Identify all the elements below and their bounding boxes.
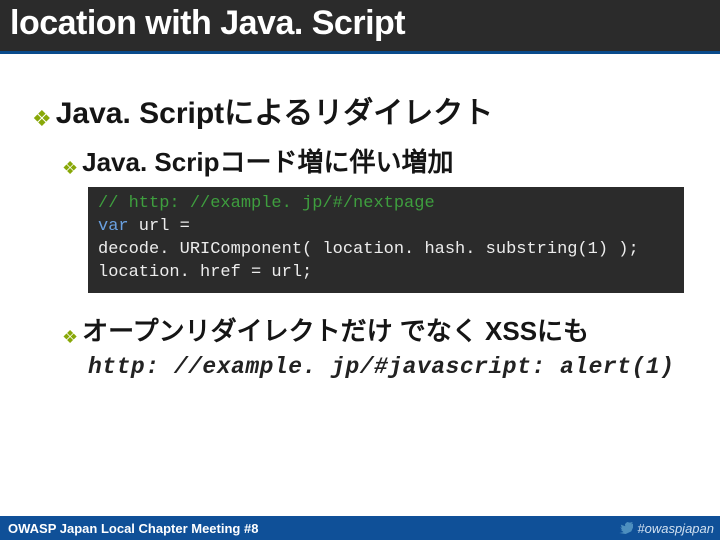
- xss-url-text: http: //example. jp/#javascript: alert(1…: [88, 354, 688, 380]
- code-line: location. href = url;: [98, 262, 674, 285]
- slide-title: location with Java. Script: [10, 4, 710, 43]
- slide-content: ❖ Java. Scriptによるリダイレクト ❖ Java. Scripコード…: [0, 54, 720, 380]
- bullet-level2: ❖ オープンリダイレクトだけ でなく XSSにも: [62, 311, 688, 348]
- bullet-level1: ❖ Java. Scriptによるリダイレクト: [32, 88, 688, 132]
- code-keyword: var: [98, 217, 129, 236]
- code-comment: // http: //example. jp/#/nextpage: [98, 194, 435, 213]
- code-text: url =: [129, 217, 190, 236]
- footer-bar: OWASP Japan Local Chapter Meeting #8 #ow…: [0, 516, 720, 540]
- bullet-level2: ❖ Java. Scripコード増に伴い増加: [62, 142, 688, 179]
- bullet1-text: Java. Scriptによるリダイレクト: [56, 88, 494, 132]
- twitter-icon: [619, 522, 633, 534]
- diamond-icon: ❖: [62, 328, 78, 346]
- bullet3-text: オープンリダイレクトだけ でなく XSSにも: [82, 311, 589, 348]
- code-line: decode. URIComponent( location. hash. su…: [98, 239, 674, 262]
- diamond-icon: ❖: [32, 108, 52, 130]
- bullet2-text: Java. Scripコード増に伴い増加: [82, 142, 453, 179]
- footer-right: #owaspjapan: [619, 521, 714, 536]
- diamond-icon: ❖: [62, 159, 78, 177]
- footer-hashtag: #owaspjapan: [637, 521, 714, 536]
- code-block: // http: //example. jp/#/nextpage var ur…: [88, 187, 684, 293]
- footer-left-text: OWASP Japan Local Chapter Meeting #8: [8, 521, 258, 536]
- title-bar: location with Java. Script: [0, 0, 720, 54]
